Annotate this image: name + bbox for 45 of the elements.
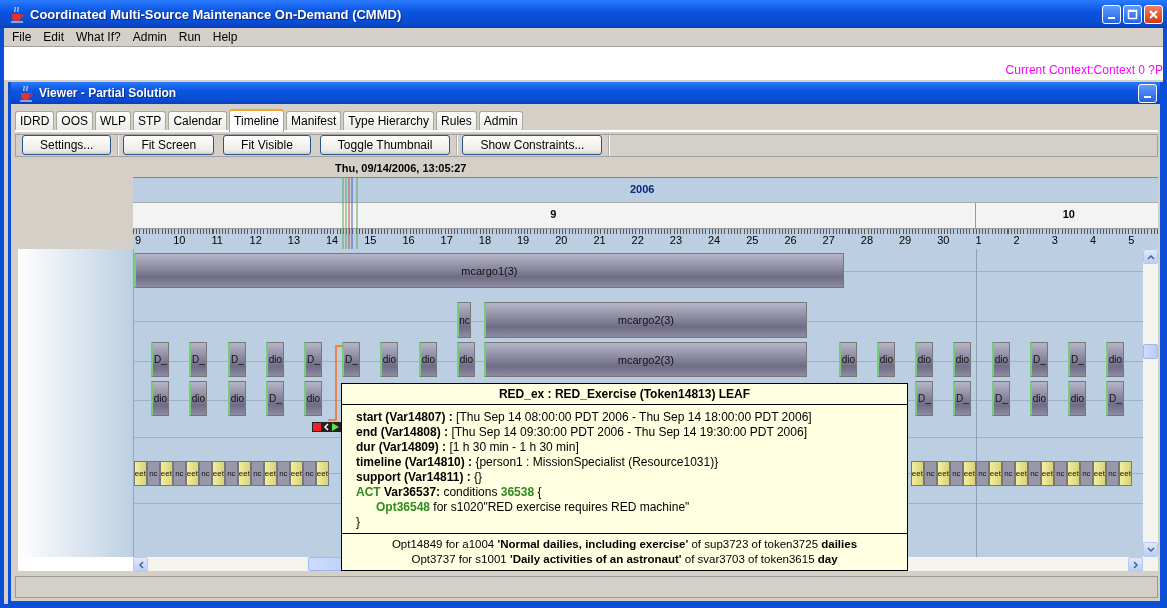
day-label: 9 [135, 234, 142, 247]
day-label: 17 [440, 234, 453, 247]
day-label: 25 [746, 234, 759, 247]
day-label: 24 [708, 234, 721, 247]
day-label: 1 [975, 234, 982, 247]
day-label: 18 [478, 234, 492, 247]
tooltip-line: dur (Var14809) : [1 h 30 min - 1 h 30 min] [356, 440, 580, 455]
tooltip-title: RED_ex : RED_Exercise (Token14813) LEAF [342, 384, 907, 405]
day-label: 28 [860, 234, 874, 247]
tooltip-line: ACT Var36537: conditions 36538 { [356, 485, 543, 500]
day-label: 19 [517, 234, 530, 247]
tooltip-line: Opt36548 for s1020"RED exercise requires RED machine" [375, 500, 691, 515]
day-label: 23 [669, 234, 683, 247]
tooltip-line: timeline (Var14810) : {person1 : MissionSpecialist (Resource1031)} [356, 455, 720, 470]
tooltip-footer-line: Opt3737 for s1001 'Daily activities of an astronaut' of svar3703 of token3615 day [410, 552, 839, 567]
day-label: 27 [822, 234, 835, 247]
day-label: 10 [173, 234, 186, 247]
day-label: 13 [287, 234, 301, 247]
day-label: 14 [326, 234, 339, 247]
day-label: 30 [937, 234, 950, 247]
day-label: 29 [899, 234, 912, 247]
day-label: 15 [364, 234, 377, 247]
day-label: 21 [593, 234, 606, 247]
context-label: Current Context:Context 0 ?P [1005, 63, 1163, 77]
day-label: 26 [784, 234, 797, 247]
day-label: 4 [1090, 234, 1097, 247]
month-label: 10 [1062, 208, 1075, 221]
day-label: 3 [1051, 234, 1058, 247]
tooltip-line: support (Var14811) : {} [356, 470, 484, 485]
cursor-time: Thu, 09/14/2006, 13:05:27 [335, 162, 467, 175]
tooltip-footer-line: Opt14849 for a1004 'Normal dailies, including exercise' of sup3723 of token3725 dailies [390, 537, 859, 552]
tooltip-line: end (Var14808) : [Thu Sep 14 09:30:00 PDT 2006 - Thu Sep 14 19:30:00 PDT 2006] [356, 425, 808, 440]
day-label: 22 [631, 234, 644, 247]
day-label: 11 [211, 234, 223, 247]
day-label: 16 [402, 234, 415, 247]
year-label: 2006 [630, 183, 655, 196]
day-label: 12 [249, 234, 262, 247]
month-label: 9 [550, 208, 557, 221]
window-title: Coordinated Multi-Source Maintenance On-Demand (CMMD) [30, 6, 403, 22]
tooltip-line: start (Var14807) : [Thu Sep 14 08:00:00 PDT 2006 - Thu Sep 14 18:00:00 PDT 2006] [356, 410, 813, 425]
day-label: 5 [1128, 234, 1135, 247]
day-label: 20 [555, 234, 568, 247]
tooltip-line: } [356, 515, 361, 530]
window-title: Viewer - Partial Solution [39, 86, 178, 100]
day-label: 2 [1013, 234, 1020, 247]
